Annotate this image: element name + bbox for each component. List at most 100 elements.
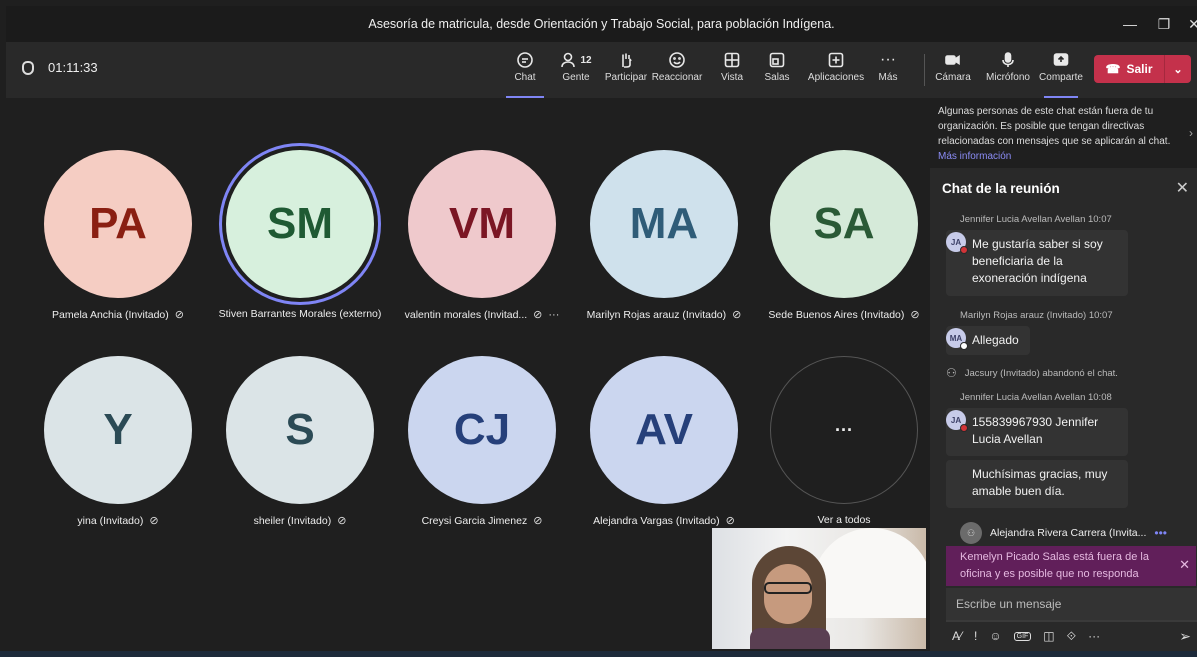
leave-label: Salir: [1126, 62, 1153, 76]
external-notice: Algunas personas de este chat están fuer…: [930, 98, 1197, 168]
react-button[interactable]: Reaccionar: [651, 48, 703, 94]
participant-name: Creysi Garcia Jimenez: [421, 515, 528, 527]
participant-tile[interactable]: SM Stiven Barrantes Morales (externo): [210, 122, 390, 320]
participant-tile[interactable]: AV Alejandra Vargas (Invitado) ⊘: [574, 328, 754, 527]
close-window-icon[interactable]: ✕: [1176, 6, 1197, 42]
rooms-button[interactable]: Salas: [759, 48, 795, 94]
share-screen-icon: [1052, 48, 1070, 72]
message-text: 155839967930 Jennifer Lucia Avellan: [972, 415, 1099, 446]
participant-name: Pamela Anchia (Invitado): [52, 309, 169, 321]
microphone-label: Micrófono: [986, 72, 1030, 83]
avatar: Y: [44, 356, 192, 504]
participant-name-label: yina (Invitado) ⊘: [14, 514, 222, 527]
view-button[interactable]: Vista: [714, 48, 750, 94]
participant-tile[interactable]: PA Pamela Anchia (Invitado) ⊘: [28, 122, 208, 321]
participant-name: sheiler (Invitado): [253, 515, 332, 527]
chat-button[interactable]: Chat: [506, 48, 544, 98]
add-app-icon: [827, 48, 845, 72]
message-list[interactable]: Jennifer Lucia Avellan Avellan 10:07 Me …: [930, 208, 1197, 528]
hand-icon: [617, 48, 635, 72]
apps-button[interactable]: Aplicaciones: [806, 48, 866, 94]
mic-muted-icon: ⊘: [337, 515, 347, 527]
title-bar: Asesoría de matricula, desde Orientación…: [6, 6, 1197, 42]
send-icon[interactable]: ➢: [1179, 628, 1191, 645]
background-arch: [812, 528, 926, 618]
message-bubble[interactable]: 155839967930 Jennifer Lucia Avellan: [946, 408, 1128, 456]
priority-icon[interactable]: !: [974, 629, 977, 643]
leave-control: ☎ Salir ⌄: [1094, 55, 1191, 83]
rooms-label: Salas: [764, 72, 790, 83]
participant-tile[interactable]: Yyina (Invitado) ⊘: [28, 328, 208, 527]
people-icon: 12: [560, 48, 592, 72]
sticker-icon[interactable]: ◫: [1043, 629, 1054, 643]
loop-icon[interactable]: ⟐: [1067, 629, 1076, 644]
message-bubble[interactable]: Muchísimas gracias, muy amable buen día.: [946, 460, 1128, 508]
teams-meeting-window: Asesoría de matricula, desde Orientación…: [6, 6, 1197, 651]
chevron-right-icon[interactable]: ›: [1189, 126, 1193, 141]
participant-tile[interactable]: CJ Creysi Garcia Jimenez ⊘: [392, 328, 572, 527]
chat-icon: [516, 48, 534, 72]
participant-name-label: Marilyn Rojas arauz (Invitado) ⊘: [560, 308, 768, 321]
more-options-icon[interactable]: ···: [1088, 629, 1100, 643]
avatar: CJ: [408, 356, 556, 504]
taskbar-edge: [0, 651, 1197, 657]
more-info-link[interactable]: Más información: [938, 151, 1011, 162]
minimize-icon[interactable]: —: [1112, 6, 1148, 42]
participant-name: Marilyn Rojas arauz (Invitado): [586, 309, 727, 321]
avatar: VM: [408, 150, 556, 298]
participant-tile[interactable]: VM valentin morales (Invitad... ⊘ ···: [392, 122, 572, 321]
emoji-icon[interactable]: ☺: [989, 629, 1001, 643]
leave-button[interactable]: ☎ Salir: [1094, 62, 1164, 76]
system-event: ⚇ Jacsury (Invitado) abandonó el chat.: [946, 366, 1118, 380]
self-video-preview[interactable]: [712, 528, 926, 649]
message-input[interactable]: Escribe un mensaje: [946, 588, 1197, 622]
raise-hand-button[interactable]: Participar: [602, 48, 650, 94]
avatar: ⚇: [960, 522, 982, 544]
participant-name-label: Stiven Barrantes Morales (externo): [196, 308, 404, 320]
out-of-office-banner: Kemelyn Picado Salas está fuera de la of…: [946, 546, 1196, 586]
camera-icon: [944, 48, 962, 72]
react-label: Reaccionar: [651, 72, 703, 83]
participant-tile[interactable]: MA Marilyn Rojas arauz (Invitado) ⊘: [574, 122, 754, 321]
microphone-button[interactable]: Micrófono: [982, 48, 1034, 94]
message-bubble[interactable]: Me gustaría saber si soy beneficiaria de…: [946, 230, 1128, 296]
participant-tile[interactable]: SA Sede Buenos Aires (Invitado) ⊘: [754, 122, 934, 321]
chat-header: Chat de la reunión: [930, 168, 1197, 208]
more-button[interactable]: ··· Más: [874, 48, 902, 94]
grid-icon: [723, 48, 741, 72]
close-chat-icon[interactable]: ✕: [1176, 178, 1189, 198]
avatar: AV: [590, 356, 738, 504]
person-face: [764, 564, 812, 624]
typing-indicator: ⚇ Alejandra Rivera Carrera (Invita... ••…: [960, 522, 1196, 544]
camera-button[interactable]: Cámara: [934, 48, 972, 94]
toolbar-divider: [924, 54, 925, 86]
people-label: Gente: [562, 72, 590, 83]
participant-tile[interactable]: Ssheiler (Invitado) ⊘: [210, 328, 390, 527]
message-sender: Marilyn Rojas arauz (Invitado) 10:07: [960, 310, 1113, 321]
participant-name: Stiven Barrantes Morales (externo): [218, 308, 382, 320]
out-of-office-text: Kemelyn Picado Salas está fuera de la of…: [960, 551, 1149, 580]
format-icon[interactable]: A⁄: [952, 629, 962, 643]
apps-label: Aplicaciones: [807, 72, 865, 83]
see-all-tile[interactable]: ··· Ver a todos: [754, 328, 934, 526]
participant-name: Alejandra Vargas (Invitado): [593, 515, 720, 527]
people-count: 12: [580, 54, 592, 66]
more-options-icon[interactable]: ···: [548, 309, 559, 321]
participant-name-label: Pamela Anchia (Invitado) ⊘: [14, 308, 222, 321]
mic-muted-icon: ⊘: [533, 309, 543, 321]
message-text: Allegado: [972, 333, 1019, 347]
external-notice-text: Algunas personas de este chat están fuer…: [938, 106, 1171, 147]
share-button[interactable]: Comparte: [1038, 48, 1084, 98]
participant-name-label: Alejandra Vargas (Invitado) ⊘: [560, 514, 768, 527]
shield-icon: [22, 60, 34, 75]
glasses: [764, 582, 812, 594]
window-title: Asesoría de matricula, desde Orientación…: [368, 17, 835, 31]
mic-muted-icon: ⊘: [149, 515, 159, 527]
microphone-icon: [999, 48, 1017, 72]
close-icon[interactable]: ✕: [1179, 556, 1190, 573]
people-button[interactable]: 12 Gente: [556, 48, 596, 94]
camera-label: Cámara: [935, 72, 971, 83]
participant-name-label: valentin morales (Invitad... ⊘ ···: [378, 308, 586, 321]
gif-icon[interactable]: GIF: [1013, 631, 1032, 641]
leave-dropdown[interactable]: ⌄: [1165, 63, 1191, 76]
